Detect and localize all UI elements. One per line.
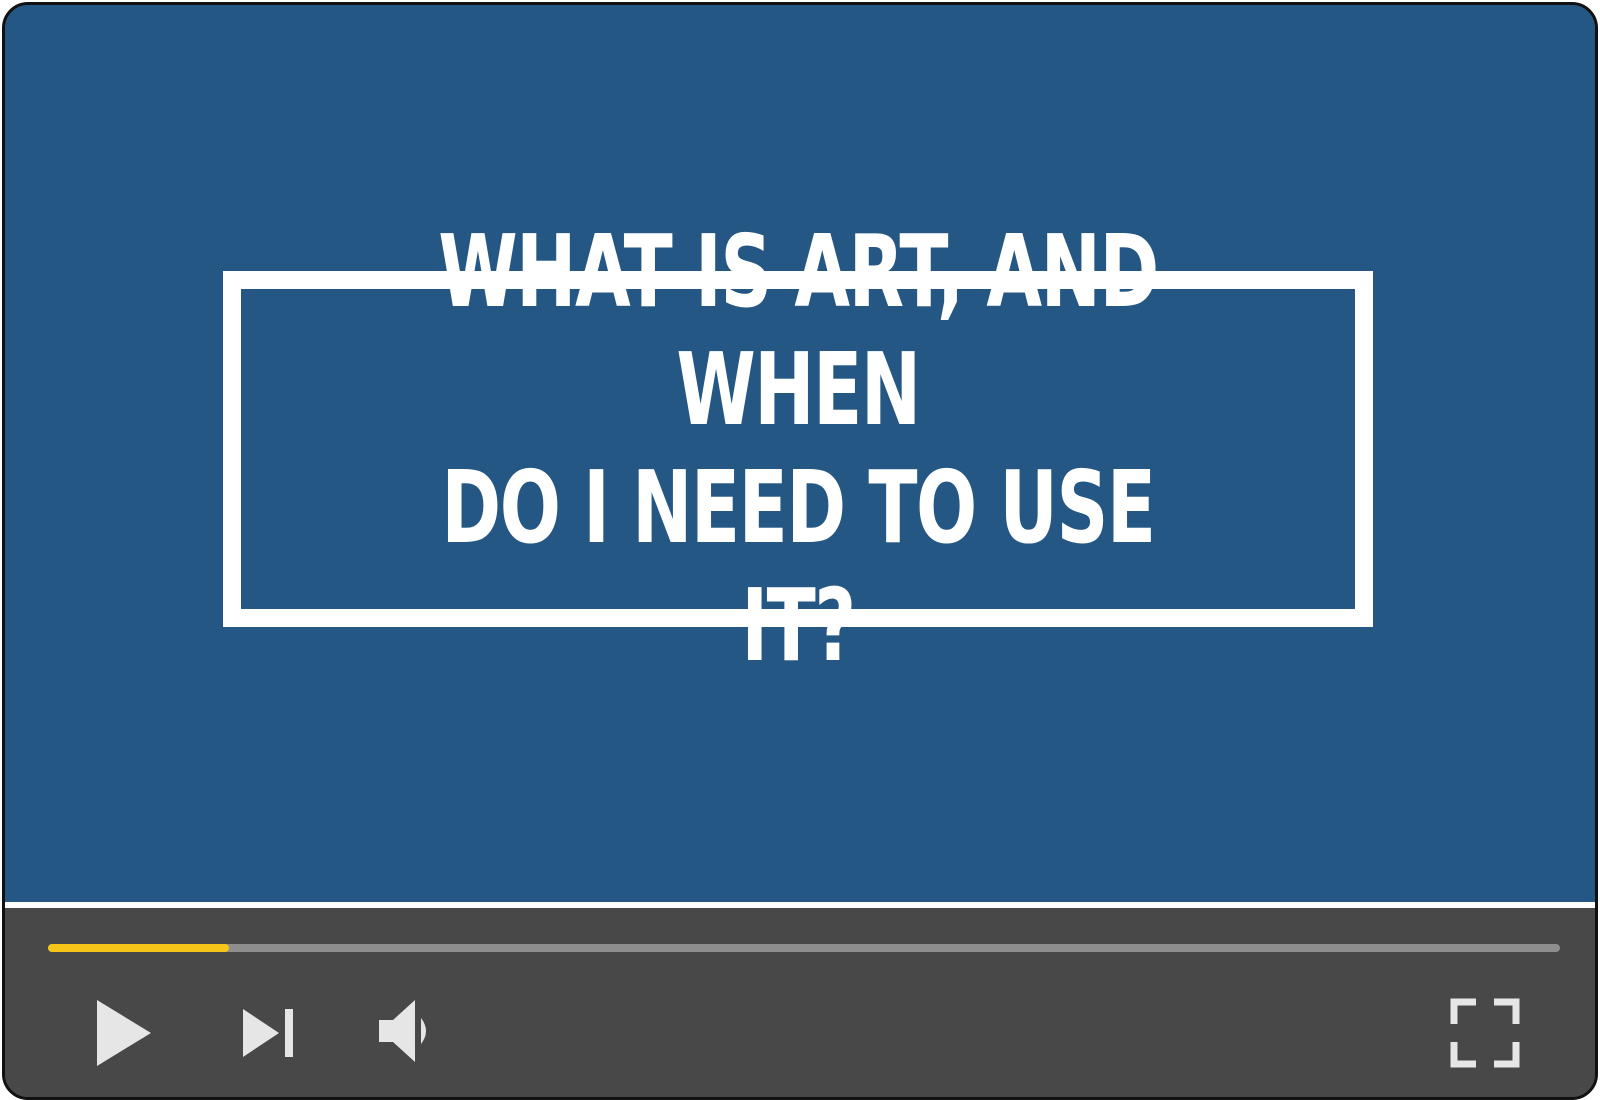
video-title-line-2: DO I NEED TO USE IT?	[441, 449, 1156, 684]
video-title-line-1: WHAT IS ART, AND WHEN	[438, 213, 1159, 448]
progress-fill	[48, 944, 230, 952]
skip-next-icon	[243, 1009, 293, 1057]
volume-icon	[379, 1000, 426, 1062]
player-controls	[5, 908, 1595, 1097]
title-frame: WHAT IS ART, AND WHEN DO I NEED TO USE IT…	[223, 213, 1373, 684]
fullscreen-button[interactable]	[1450, 998, 1520, 1068]
next-button[interactable]	[241, 1005, 299, 1061]
progress-bar[interactable]	[48, 944, 1560, 952]
volume-button[interactable]	[377, 998, 439, 1064]
video-screen[interactable]: WHAT IS ART, AND WHEN DO I NEED TO USE IT…	[5, 5, 1595, 902]
fullscreen-icon	[1450, 998, 1520, 1068]
video-title: WHAT IS ART, AND WHEN DO I NEED TO USE IT…	[397, 213, 1199, 685]
play-icon	[97, 1000, 151, 1066]
play-button[interactable]	[95, 998, 155, 1068]
video-player: WHAT IS ART, AND WHEN DO I NEED TO USE IT…	[2, 2, 1598, 1100]
